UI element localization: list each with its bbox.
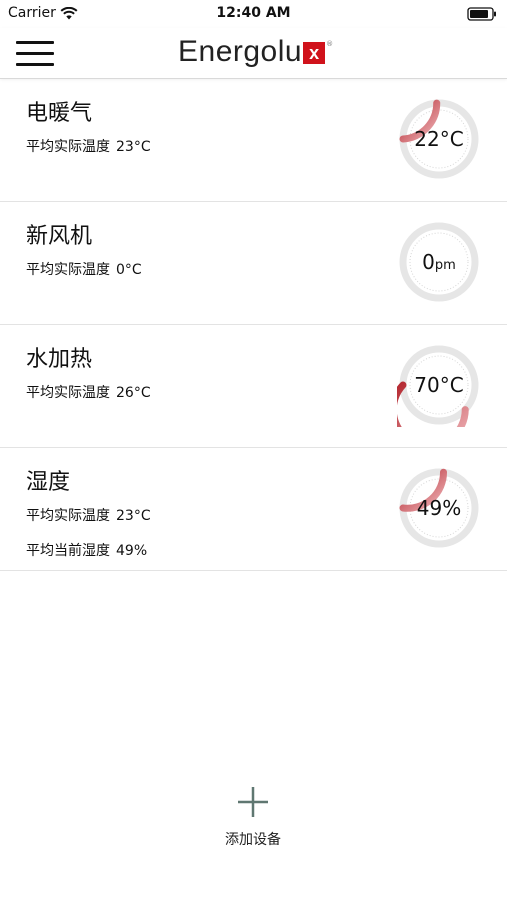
brand-logo: Energolu x ® (178, 34, 333, 70)
metric-label: 平均实际温度 (26, 262, 110, 278)
device-name: 电暖气 (26, 101, 93, 126)
metric-label: 平均当前湿度 (26, 543, 110, 559)
gauge-value: 0 pm (397, 220, 481, 304)
device-metric-row: 平均实际温度 26°C (26, 382, 151, 402)
device-card-humidity[interactable]: 湿度 平均实际温度 23°C 平均当前湿度 49% 49% (0, 448, 507, 571)
menu-button[interactable] (16, 38, 56, 68)
status-bar: Carrier 12:40 AM (0, 0, 507, 28)
add-device-button[interactable]: 添加设备 (203, 785, 303, 849)
device-metric-row: 平均实际温度 23°C (26, 136, 151, 156)
device-card-fresh-air[interactable]: 新风机 平均实际温度 0°C 0 pm (0, 202, 507, 325)
battery-icon (467, 6, 497, 25)
metric-value: 26°C (116, 385, 151, 401)
registered-mark: ® (326, 40, 334, 48)
device-card-heater[interactable]: 电暖气 平均实际温度 23°C 22°C (0, 79, 507, 202)
gauge-main-value: 22°C (414, 127, 464, 151)
metric-value: 23°C (116, 139, 151, 155)
hamburger-icon-bar (16, 52, 54, 55)
gauge-unit: pm (434, 257, 456, 273)
brand-logo-mark: x (303, 42, 326, 64)
add-device-label: 添加设备 (225, 832, 281, 848)
metric-label: 平均实际温度 (26, 139, 110, 155)
metric-label: 平均实际温度 (26, 508, 110, 524)
device-metric-row: 平均实际温度 0°C (26, 259, 142, 279)
brand-logo-text: Energolu (178, 35, 303, 68)
device-gauge: 70°C (397, 343, 481, 427)
gauge-value: 70°C (397, 343, 481, 427)
device-gauge: 49% (397, 466, 481, 550)
device-name: 水加热 (26, 347, 93, 372)
gauge-main-value: 70°C (414, 373, 464, 397)
device-metric-row: 平均实际温度 23°C (26, 505, 151, 525)
metric-value: 23°C (116, 508, 151, 524)
gauge-main-value: 49% (416, 496, 462, 520)
device-card-water-heater[interactable]: 水加热 平均实际温度 26°C 70°C (0, 325, 507, 448)
hamburger-icon-bar (16, 41, 54, 44)
metric-value: 49% (116, 543, 148, 559)
device-name: 湿度 (26, 470, 71, 495)
device-list: 电暖气 平均实际温度 23°C 22°C 新风机 平均实际温度 0°C 0 pm 水加… (0, 79, 507, 571)
device-metric-row: 平均当前湿度 49% (26, 540, 147, 560)
plus-icon (238, 787, 268, 817)
hamburger-icon-bar (16, 63, 54, 66)
device-name: 新风机 (26, 224, 93, 249)
app-header: Energolu x ® (0, 28, 507, 79)
device-gauge: 0 pm (397, 220, 481, 304)
metric-label: 平均实际温度 (26, 385, 110, 401)
gauge-value: 49% (397, 466, 481, 550)
metric-value: 0°C (116, 262, 142, 278)
status-time: 12:40 AM (216, 5, 291, 21)
gauge-value: 22°C (397, 97, 481, 181)
gauge-main-value: 0 (422, 250, 435, 274)
device-gauge: 22°C (397, 97, 481, 181)
